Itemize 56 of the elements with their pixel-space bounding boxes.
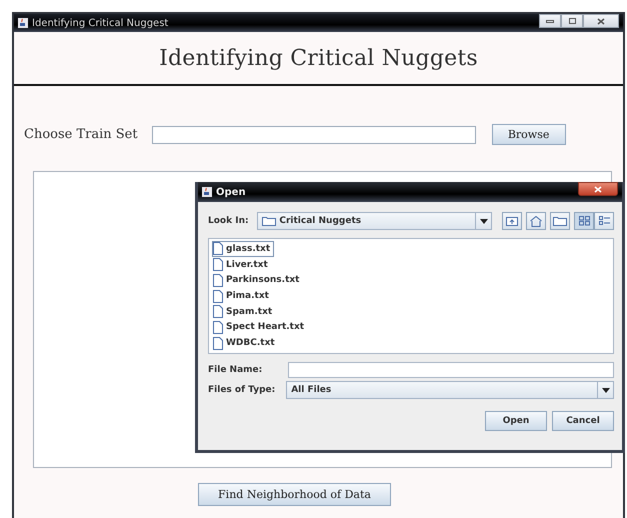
file-name-field[interactable] xyxy=(288,362,614,378)
minimize-icon xyxy=(546,20,554,22)
close-icon xyxy=(597,18,605,24)
dropdown-button[interactable] xyxy=(597,382,613,398)
file-item[interactable]: Liver.txt xyxy=(212,256,272,272)
list-view-button[interactable] xyxy=(574,212,594,230)
coffee-cup-icon xyxy=(18,18,28,28)
cancel-button[interactable]: Cancel xyxy=(552,411,614,431)
grid-icon xyxy=(578,216,590,226)
file-icon xyxy=(213,336,223,350)
train-set-field[interactable] xyxy=(152,126,476,144)
dialog-title: Open xyxy=(216,186,246,198)
up-folder-button[interactable] xyxy=(502,212,522,230)
file-icon xyxy=(213,258,223,272)
close-icon xyxy=(594,186,602,192)
look-in-label: Look In: xyxy=(208,216,250,226)
folder-name: Critical Nuggets xyxy=(279,216,362,226)
home-button[interactable] xyxy=(526,212,546,230)
maximize-button[interactable] xyxy=(561,14,583,28)
file-item[interactable]: WDBC.txt xyxy=(212,335,279,352)
file-item[interactable]: Spect Heart.txt xyxy=(212,320,308,336)
open-button[interactable]: Open xyxy=(485,411,547,431)
app-heading: Identifying Critical Nuggets xyxy=(159,46,478,70)
house-icon xyxy=(530,216,542,226)
file-item[interactable]: glass.txt xyxy=(212,241,274,257)
find-neighborhood-button[interactable]: Find Neighborhood of Data xyxy=(198,483,391,506)
file-type-value: All Files xyxy=(290,385,332,395)
file-item[interactable]: Parkinsons.txt xyxy=(212,272,304,288)
file-item[interactable]: Pima.txt xyxy=(212,288,273,304)
file-name-label: File Name: xyxy=(208,365,264,375)
caret-icon xyxy=(602,388,610,392)
file-type-dropdown[interactable]: All Files xyxy=(286,381,614,399)
list-icon xyxy=(598,216,610,226)
up-folder-icon xyxy=(506,216,518,226)
details-view-button[interactable] xyxy=(594,212,614,230)
coffee-cup-icon xyxy=(202,187,212,197)
file-icon xyxy=(213,290,223,303)
file-icon xyxy=(213,305,223,318)
file-item[interactable]: Spam.txt xyxy=(212,304,276,320)
look-in-dropdown[interactable]: Critical Nuggets xyxy=(257,212,492,230)
folder-icon xyxy=(262,216,276,226)
dropdown-button[interactable] xyxy=(475,213,491,229)
close-button[interactable] xyxy=(583,14,619,28)
new-folder-button[interactable] xyxy=(550,212,570,230)
minimize-button[interactable] xyxy=(539,14,561,28)
file-icon xyxy=(213,320,223,334)
browse-button[interactable]: Browse xyxy=(492,124,566,145)
window-title: Identifying Critical Nuggest xyxy=(32,18,168,28)
maximize-icon xyxy=(568,18,576,24)
dialog-close-button[interactable] xyxy=(578,182,618,196)
caret-icon xyxy=(480,218,488,224)
file-icon xyxy=(213,274,223,287)
train-set-label: Choose Train Set xyxy=(24,127,138,142)
folder-icon xyxy=(553,216,567,226)
file-type-label: Files of Type: xyxy=(208,385,276,395)
file-icon xyxy=(213,242,223,256)
